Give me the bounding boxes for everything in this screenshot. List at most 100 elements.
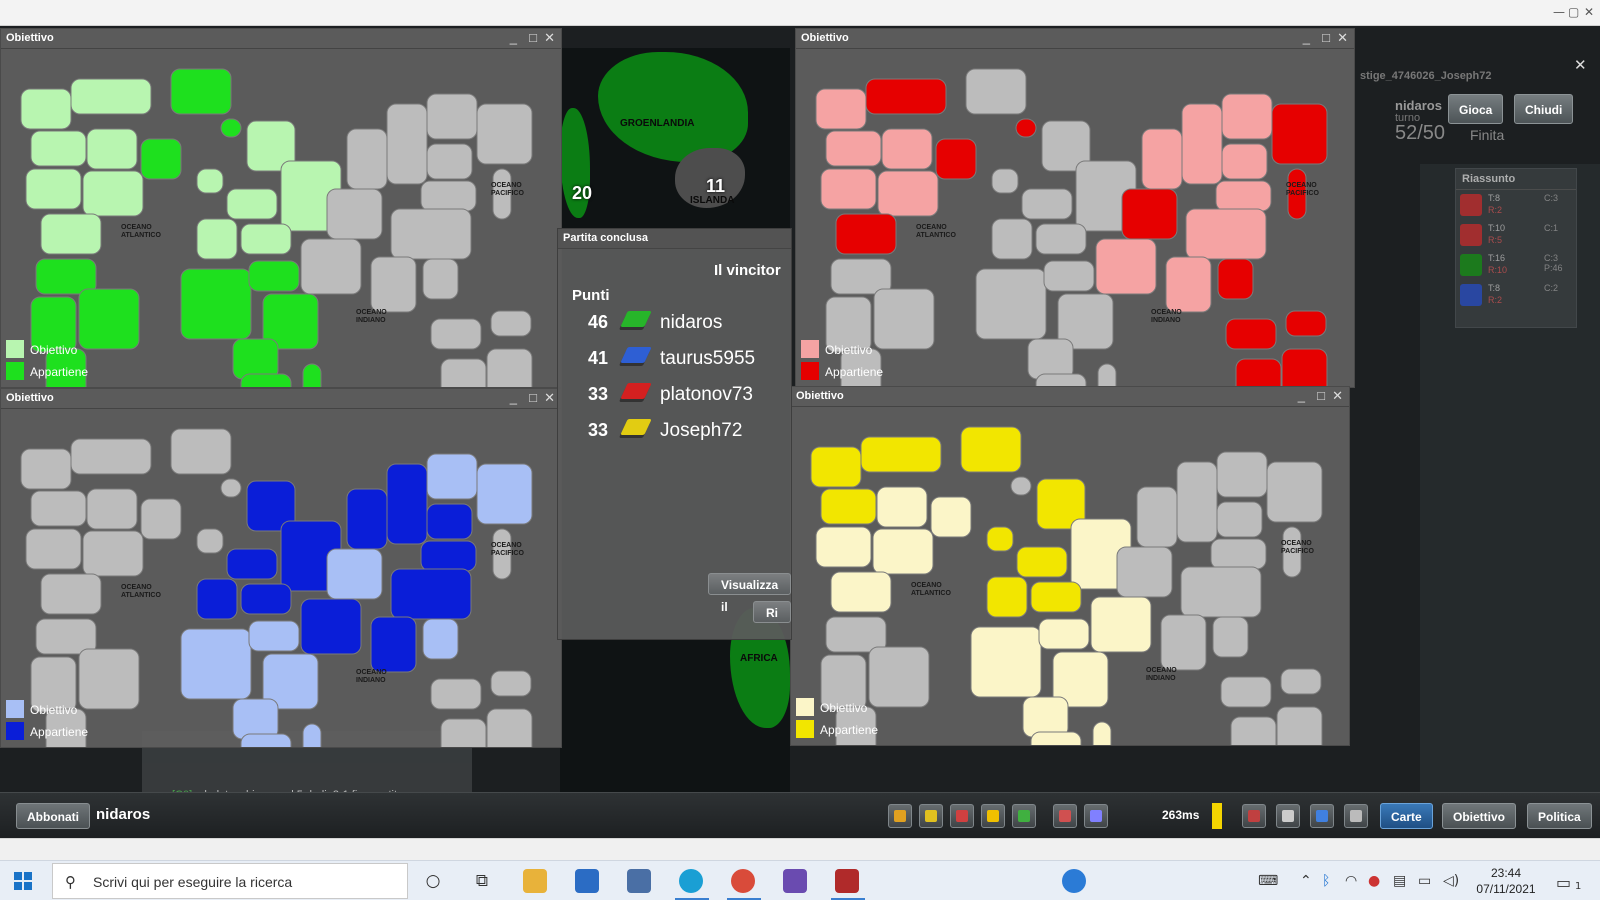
objective-window-green[interactable]: Obiettivo _ □ ✕ OCEANO ATLANTICO OCEANO PACIFIC…	[0, 28, 562, 388]
taskbar-search[interactable]: ⚲ Scrivi qui per eseguire la ricerca	[52, 863, 408, 899]
territory-middleeast[interactable]	[300, 238, 362, 295]
risk-game-icon[interactable]	[835, 869, 859, 893]
world-map[interactable]: OCEANOATLANTICOOCEANOPACIFICOOCEANOINDIA…	[1, 49, 561, 388]
territory-brazil[interactable]	[78, 288, 140, 350]
clock[interactable]: 23:44 07/11/2021	[1472, 865, 1540, 897]
territory-nafrica[interactable]	[970, 626, 1042, 698]
territory-newguinea[interactable]	[490, 310, 532, 337]
territory-southeur[interactable]	[1030, 581, 1082, 613]
territory-afghan[interactable]	[326, 188, 383, 240]
territory-safrica[interactable]	[240, 733, 292, 748]
maximize-icon[interactable]: □	[1322, 30, 1330, 45]
territory-siam[interactable]	[1212, 616, 1249, 658]
territory-india[interactable]	[1160, 614, 1207, 671]
maximize-icon[interactable]: □	[529, 30, 537, 45]
territory-westus[interactable]	[25, 528, 82, 570]
politics-button[interactable]: Politica	[1527, 803, 1592, 829]
territory-eastus[interactable]	[82, 170, 144, 217]
territory-mongolia[interactable]	[420, 540, 477, 572]
territory-alberta[interactable]	[820, 488, 877, 525]
territory-central[interactable]	[835, 213, 897, 255]
territory-alberta[interactable]	[825, 130, 882, 167]
objective-button[interactable]: Obiettivo	[1442, 803, 1517, 829]
world-map[interactable]: OCEANOATLANTICOOCEANOPACIFICOOCEANOINDIA…	[1, 409, 561, 748]
territory-madagascar[interactable]	[1097, 363, 1117, 388]
territory-afghan[interactable]	[1116, 546, 1173, 598]
territory-gb[interactable]	[991, 168, 1019, 194]
territory-greenland[interactable]	[170, 428, 232, 475]
territory-yakutsk[interactable]	[1216, 451, 1268, 498]
mail-icon[interactable]	[1242, 804, 1266, 828]
territory-siam[interactable]	[422, 258, 459, 300]
minimize-icon[interactable]: _	[1303, 30, 1310, 45]
close-icon[interactable]: ✕	[1584, 5, 1594, 19]
territory-alberta[interactable]	[30, 490, 87, 527]
territory-egypt[interactable]	[1038, 618, 1090, 650]
subscribe-button[interactable]: Abbonati	[16, 803, 90, 829]
territory-siberia[interactable]	[386, 103, 428, 185]
minimize-icon[interactable]: —	[1553, 5, 1565, 19]
chat-icon[interactable]	[1053, 804, 1077, 828]
territory-china[interactable]	[390, 568, 472, 620]
territory-siberia[interactable]	[386, 463, 428, 545]
objective-window-yellow[interactable]: Obiettivo _ □ ✕ OCEANO ATLANTICO OCEANO PACIFIC…	[790, 386, 1350, 746]
territory-alaska[interactable]	[20, 448, 72, 490]
territory-nafrica[interactable]	[180, 628, 252, 700]
territory-brazil[interactable]	[868, 646, 930, 708]
territory-congo[interactable]	[1027, 338, 1074, 380]
world-map[interactable]: OCEANOATLANTICOOCEANOPACIFICOOCEANOINDIA…	[791, 407, 1350, 746]
printer-icon[interactable]: ▤	[1393, 873, 1406, 889]
territory-ural[interactable]	[346, 128, 388, 190]
antivirus-icon[interactable]: ●	[1368, 873, 1380, 889]
maximize-icon[interactable]: □	[1317, 388, 1325, 403]
territory-middleeast[interactable]	[1095, 238, 1157, 295]
territory-egypt[interactable]	[248, 620, 300, 652]
territory-central[interactable]	[40, 213, 102, 255]
minimize-icon[interactable]: _	[1298, 388, 1305, 403]
territory-siam[interactable]	[1217, 258, 1254, 300]
territory-ontario[interactable]	[881, 128, 933, 170]
trade-icon[interactable]	[919, 804, 943, 828]
territory-westeur[interactable]	[991, 218, 1033, 260]
territory-eastus[interactable]	[872, 528, 934, 575]
territory-alaska[interactable]	[810, 446, 862, 488]
territory-nafrica[interactable]	[180, 268, 252, 340]
territory-china[interactable]	[1180, 566, 1262, 618]
settings-icon[interactable]	[1084, 804, 1108, 828]
territory-northeur[interactable]	[1016, 546, 1068, 578]
territory-eaus[interactable]	[486, 348, 533, 388]
territory-gb[interactable]	[196, 528, 224, 554]
territory-kamchatka[interactable]	[476, 103, 533, 165]
territory-eaus[interactable]	[1281, 348, 1328, 388]
territory-ural[interactable]	[1136, 486, 1178, 548]
territory-kamchatka[interactable]	[476, 463, 533, 525]
territory-nwt[interactable]	[70, 78, 152, 115]
territory-nwt[interactable]	[865, 78, 947, 115]
chrome-icon[interactable]	[731, 869, 755, 893]
territory-congo[interactable]	[232, 338, 279, 380]
territory-central[interactable]	[830, 571, 892, 613]
territory-madagascar[interactable]	[302, 723, 322, 748]
close-icon[interactable]: ✕	[544, 390, 555, 406]
territory-ontario[interactable]	[86, 488, 138, 530]
territory-waus[interactable]	[440, 358, 487, 388]
territory-nwt[interactable]	[70, 438, 152, 475]
territory-brazil[interactable]	[873, 288, 935, 350]
territory-china[interactable]	[390, 208, 472, 260]
territory-waus[interactable]	[1230, 716, 1277, 746]
territory-iceland[interactable]	[1015, 118, 1037, 138]
notepad-icon[interactable]	[575, 869, 599, 893]
territory-egypt[interactable]	[248, 260, 300, 292]
territory-iceland[interactable]	[220, 478, 242, 498]
territory-safrica[interactable]	[240, 373, 292, 388]
territory-yakutsk[interactable]	[426, 453, 478, 500]
territory-southeur[interactable]	[240, 223, 292, 255]
territory-iceland[interactable]	[1010, 476, 1032, 496]
territory-egypt[interactable]	[1043, 260, 1095, 292]
territory-newguinea[interactable]	[490, 670, 532, 697]
territory-afghan[interactable]	[1121, 188, 1178, 240]
territory-quebec[interactable]	[140, 138, 182, 180]
territory-quebec[interactable]	[935, 138, 977, 180]
bluetooth-icon[interactable]: ᛒ	[1322, 873, 1330, 889]
territory-mongolia[interactable]	[1215, 180, 1272, 212]
